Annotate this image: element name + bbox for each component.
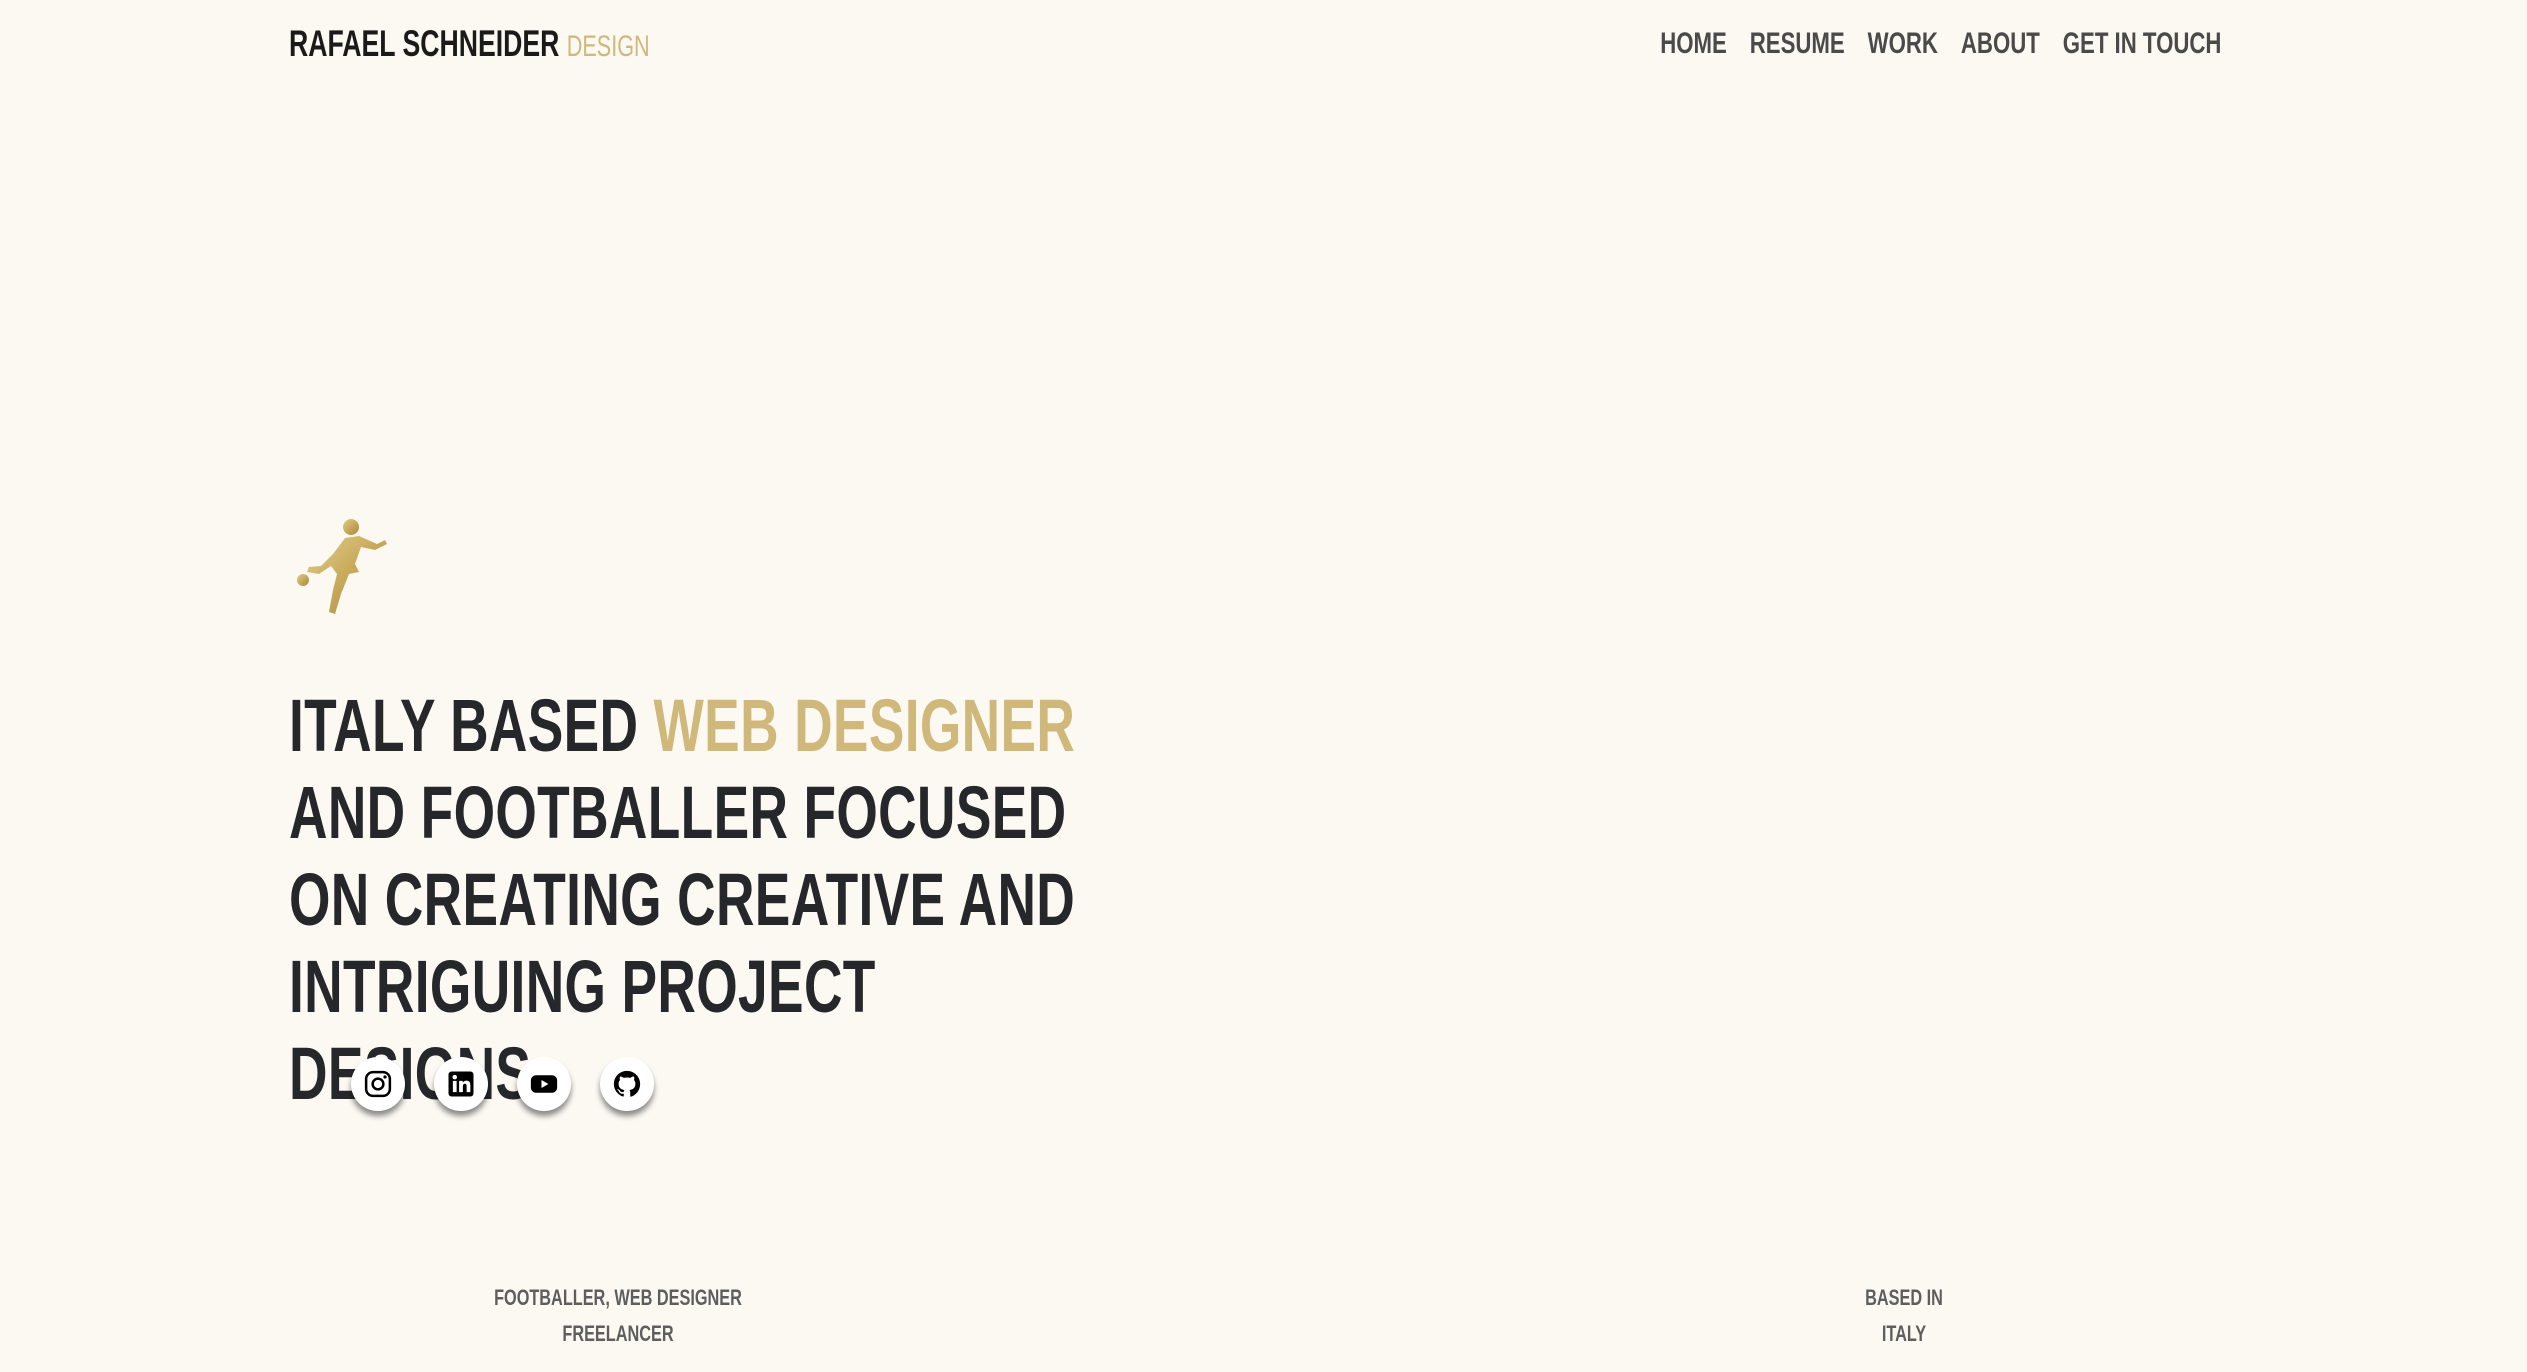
nav-work[interactable]: WORK <box>1867 25 1937 63</box>
nav-about[interactable]: ABOUT <box>1960 25 2039 63</box>
headline-part1: ITALY BASED <box>289 684 654 767</box>
footballer-kicking-icon <box>289 514 394 619</box>
linkedin-button[interactable] <box>434 1057 488 1111</box>
footer-location-line2: ITALY <box>1881 1321 1927 1346</box>
brand-accent: DESIGN <box>566 30 650 63</box>
youtube-icon <box>530 1075 558 1093</box>
linkedin-icon <box>448 1071 474 1097</box>
youtube-button[interactable] <box>517 1057 571 1111</box>
hero-headline: ITALY BASED WEB DESIGNER AND FOOTBALLER … <box>289 682 1081 1117</box>
instagram-button[interactable] <box>351 1057 405 1111</box>
social-links <box>351 1057 654 1111</box>
headline-highlight: WEB DESIGNER <box>653 684 1076 767</box>
github-icon <box>613 1070 641 1097</box>
nav-get-in-touch[interactable]: GET IN TOUCH <box>2062 25 2221 63</box>
footer-role-line1: FOOTBALLER, WEB DESIGNER <box>494 1285 742 1310</box>
footer-role: FOOTBALLER, WEB DESIGNER FREELANCER <box>470 1280 766 1352</box>
main-nav: HOME RESUME WORK ABOUT GET IN TOUCH <box>1637 25 2221 63</box>
footer-location: BASED IN ITALY <box>1756 1280 2052 1352</box>
brand-name: RAFAEL SCHNEIDER <box>289 23 560 64</box>
nav-home[interactable]: HOME <box>1660 25 1727 63</box>
nav-resume[interactable]: RESUME <box>1749 25 1844 63</box>
footer-location-line1: BASED IN <box>1865 1285 1943 1310</box>
brand-logo[interactable]: RAFAEL SCHNEIDER DESIGN <box>289 22 650 69</box>
page: RAFAEL SCHNEIDER DESIGN HOME RESUME WORK… <box>0 0 2527 1372</box>
github-button[interactable] <box>600 1057 654 1111</box>
instagram-icon <box>364 1070 392 1098</box>
footer-role-line2: FREELANCER <box>562 1321 674 1346</box>
